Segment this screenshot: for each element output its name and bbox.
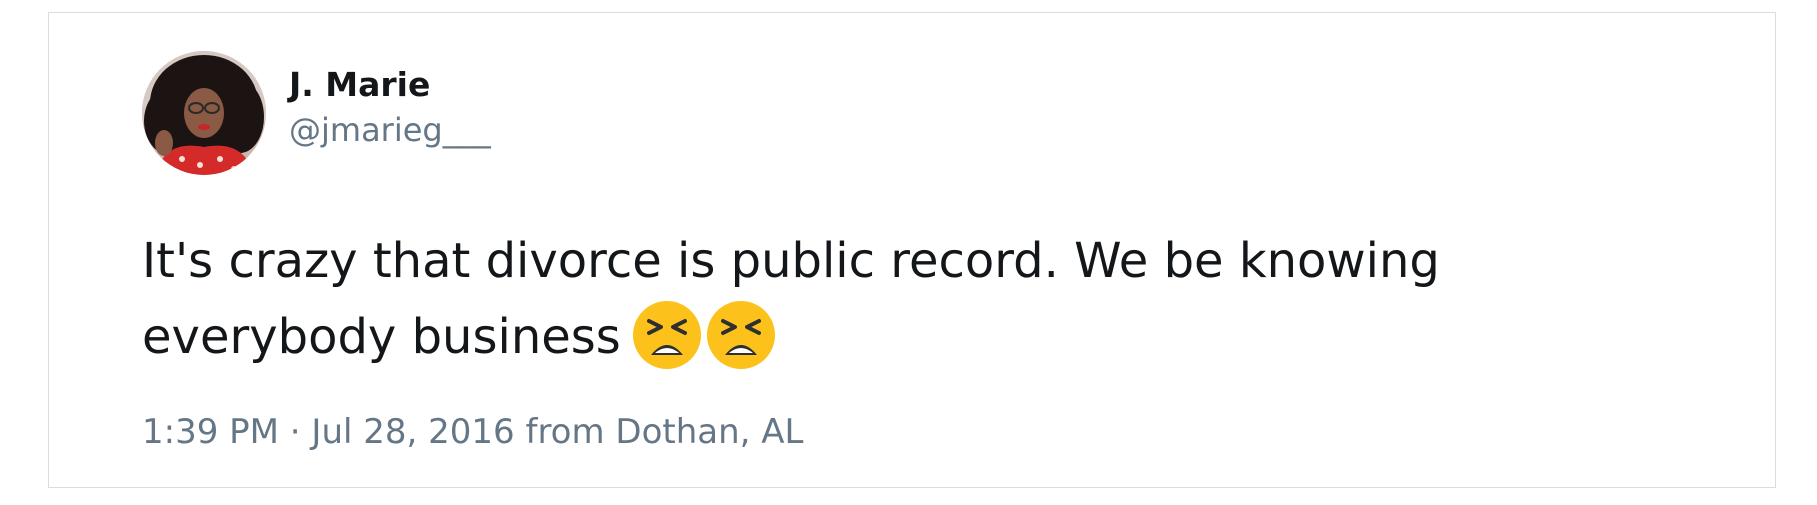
tweet-text: It's crazy that divorce is public record… [142, 223, 1642, 393]
tired-face-emoji [706, 301, 775, 369]
tweet-meta: 1:39 PM · Jul 28, 2016 from Dothan, AL [142, 411, 803, 453]
user-handle[interactable]: @jmarieg___ [289, 110, 491, 150]
tired-face-emoji [632, 301, 701, 369]
emoji-group [631, 299, 779, 393]
avatar-photo [142, 51, 266, 175]
tweet-text-line-2-row: everybody business [142, 299, 1642, 393]
tweet-text-line-1: It's crazy that divorce is public record… [142, 233, 1440, 289]
tweet-location[interactable]: from Dothan, AL [525, 412, 803, 452]
display-name[interactable]: J. Marie [289, 65, 491, 105]
tweet-text-line-2: everybody business [142, 309, 621, 365]
avatar[interactable] [142, 51, 266, 175]
tweet-timestamp[interactable]: 1:39 PM · Jul 28, 2016 [142, 412, 515, 452]
tweet-card: J. Marie @jmarieg___ It's crazy that div… [48, 12, 1776, 488]
author-block[interactable]: J. Marie @jmarieg___ [289, 65, 491, 150]
